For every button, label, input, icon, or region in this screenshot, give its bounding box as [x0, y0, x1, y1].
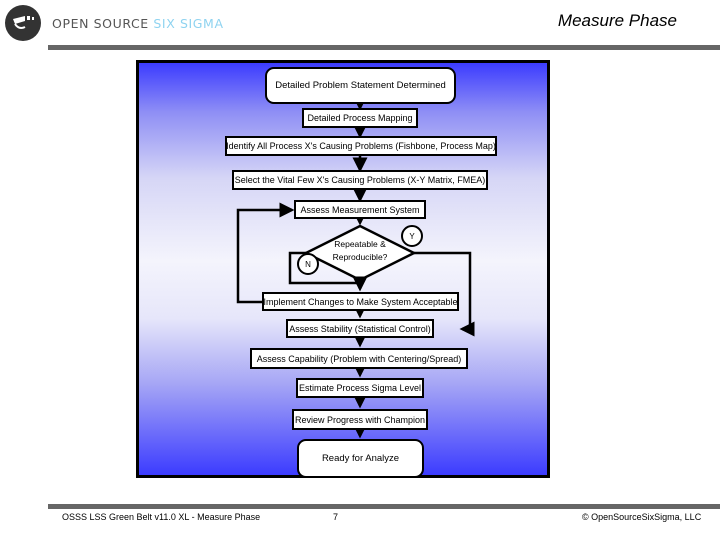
step-assess-stability: Assess Stability (Statistical Control): [286, 319, 434, 338]
yes-marker: Y: [401, 225, 423, 247]
step-identify-xs: Identify All Process X's Causing Problem…: [225, 136, 497, 156]
decision-line-2: Reproducible?: [332, 252, 388, 262]
no-marker: N: [297, 253, 319, 275]
step-assess-capability: Assess Capability (Problem with Centerin…: [250, 348, 468, 369]
step-select-vital-few: Select the Vital Few X's Causing Problem…: [232, 170, 488, 190]
step-review-progress: Review Progress with Champion: [292, 409, 428, 430]
decision-line-1: Repeatable &: [334, 239, 386, 249]
step-estimate-sigma: Estimate Process Sigma Level: [296, 378, 424, 398]
footer-course: OSSS LSS Green Belt v11.0 XL - Measure P…: [62, 512, 261, 522]
footer-copyright: © OpenSourceSixSigma, LLC: [582, 512, 702, 522]
footer-divider: [48, 504, 720, 509]
step-process-mapping: Detailed Process Mapping: [302, 108, 418, 128]
loop-connector: [236, 202, 295, 304]
yes-connector: [414, 251, 475, 337]
end-node: Ready for Analyze: [297, 439, 424, 478]
step-implement-changes: Implement Changes to Make System Accepta…: [262, 292, 459, 311]
start-node: Detailed Problem Statement Determined: [265, 67, 456, 104]
page-number: 7: [333, 512, 339, 522]
decision-label: Repeatable & Reproducible?: [322, 238, 398, 264]
step-assess-measurement: Assess Measurement System: [294, 200, 426, 219]
